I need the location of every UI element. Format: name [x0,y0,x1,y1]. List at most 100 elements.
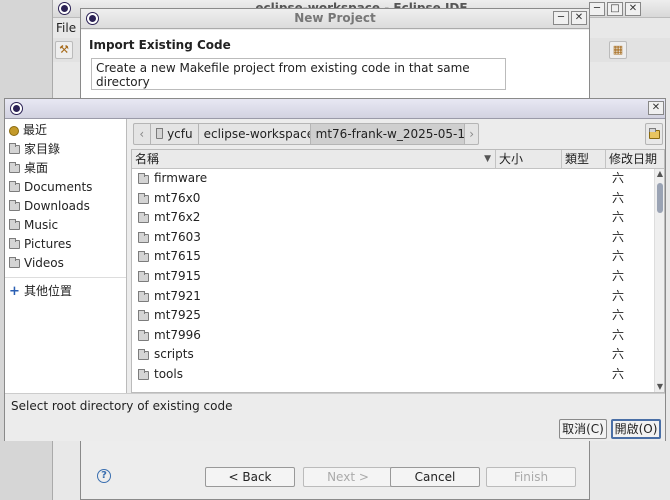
sidebar-item-home[interactable]: 家目錄 [5,140,126,159]
folder-icon [138,173,149,184]
eclipse-logo-icon [87,13,98,24]
list-item[interactable]: tools 六 [132,365,664,385]
list-item[interactable]: scripts 六 [132,345,664,365]
sidebar-divider [5,277,126,278]
sidebar-item-downloads[interactable]: Downloads [5,197,126,216]
plus-icon: + [9,284,20,299]
file-modified: 六 [612,308,625,323]
sidebar-item-recent[interactable]: 最近 [5,121,126,140]
wizard-description: Create a new Makefile project from exist… [91,58,506,90]
sidebar-item-other-locations[interactable]: + 其他位置 [5,282,126,301]
file-chooser-dialog: ✕ 最近 家目錄 桌面 Documents Downloads Music Pi… [4,98,666,441]
list-item[interactable]: mt7925 六 [132,306,664,326]
close-icon[interactable]: ✕ [571,11,587,25]
minimize-icon[interactable]: ─ [553,11,569,25]
path-segment-eclipse-workspace[interactable]: eclipse-workspace [199,124,311,144]
folder-icon [138,251,149,263]
file-name: mt7925 [154,308,201,323]
file-modified: 六 [612,366,625,381]
scroll-down-icon[interactable]: ▼ [655,382,664,392]
path-back-icon[interactable]: ‹ [134,124,151,144]
menu-file[interactable]: File [53,18,83,38]
sidebar-item-pictures[interactable]: Pictures [5,235,126,254]
vertical-scrollbar[interactable]: ▲ ▼ [654,169,664,392]
folder-icon [9,200,20,211]
sidebar-item-music[interactable]: Music [5,216,126,235]
folder-icon [9,257,20,268]
new-folder-button[interactable] [645,123,663,145]
file-modified: 六 [612,268,625,283]
folder-icon [9,143,20,154]
sidebar-item-label: 最近 [23,123,48,137]
new-folder-icon [648,127,660,139]
file-modified: 六 [612,190,625,205]
places-sidebar: 最近 家目錄 桌面 Documents Downloads Music Pict… [5,119,127,393]
folder-icon [138,368,149,380]
close-icon[interactable]: ✕ [625,2,641,16]
path-segment-current[interactable]: mt76-frank-w_2025-05-10 [310,124,466,144]
list-item[interactable]: mt7921 六 [132,287,664,307]
file-modified: 六 [612,210,625,225]
wizard-header: Import Existing Code Create a new Makefi… [81,30,589,105]
folder-icon [138,349,149,361]
folder-icon [9,181,20,192]
minimize-icon[interactable]: ─ [589,2,605,16]
file-name: mt7603 [154,229,201,244]
eclipse-logo-icon [11,103,22,114]
file-name: mt7915 [154,268,201,283]
back-button[interactable]: < Back [205,467,295,487]
folder-icon [138,212,149,224]
file-list: 名稱 ▼ 大小 類型 修改日期 firmware 六 mt76x0 六 mt76x2… [131,149,665,393]
column-type[interactable]: 類型 [562,150,606,169]
list-item[interactable]: mt7996 六 [132,326,664,346]
list-item[interactable]: mt7603 六 [132,228,664,248]
cancel-button[interactable]: Cancel [390,467,480,487]
close-icon[interactable]: ✕ [648,101,664,115]
list-item[interactable]: firmware 六 [132,169,664,189]
cancel-button[interactable]: 取消(C) [559,419,607,439]
scrollbar-thumb[interactable] [657,183,663,213]
perspective-icon[interactable]: ▦ [609,41,627,59]
scroll-up-icon[interactable]: ▲ [655,169,664,179]
path-segment-label: ycfu [167,127,193,141]
file-name: mt7921 [154,288,201,303]
path-segment-ycfu[interactable]: ycfu [151,124,199,144]
file-modified: 六 [612,327,625,342]
folder-icon [9,162,20,173]
folder-icon [138,270,149,282]
column-name[interactable]: 名稱 ▼ [132,150,496,169]
eclipse-logo-icon [59,3,70,14]
folder-icon [138,310,149,322]
list-item[interactable]: mt76x2 六 [132,208,664,228]
column-modified[interactable]: 修改日期 [606,150,664,169]
wizard-footer: ? < Back Next > Cancel Finish [81,451,589,499]
next-button[interactable]: Next > [303,467,393,487]
new-project-title: New Project [81,9,589,29]
folder-icon [155,127,164,139]
build-icon[interactable]: ⚒ [55,41,73,59]
finish-button[interactable]: Finish [486,467,576,487]
file-list-header: 名稱 ▼ 大小 類型 修改日期 [132,150,664,169]
wizard-title: Import Existing Code [89,38,231,52]
sidebar-item-desktop[interactable]: 桌面 [5,159,126,178]
sidebar-item-label: Videos [24,256,64,270]
column-size[interactable]: 大小 [496,150,562,169]
sidebar-item-videos[interactable]: Videos [5,254,126,273]
file-chooser-footer: Select root directory of existing code 取… [5,393,665,441]
list-item[interactable]: mt7615 六 [132,247,664,267]
list-item[interactable]: mt76x0 六 [132,189,664,209]
file-modified: 六 [612,288,625,303]
help-icon[interactable]: ? [97,469,111,483]
folder-icon [138,231,149,243]
list-item[interactable]: mt7915 六 [132,267,664,287]
column-name-label: 名稱 [135,152,160,166]
path-more-icon[interactable]: › [465,124,478,144]
file-name: mt76x0 [154,190,201,205]
folder-icon [138,329,149,341]
open-button[interactable]: 開啟(O) [611,419,661,439]
sidebar-item-label: Downloads [24,199,90,213]
file-modified: 六 [612,347,625,362]
sidebar-item-documents[interactable]: Documents [5,178,126,197]
maximize-icon[interactable]: □ [607,2,623,16]
path-bar: ‹ ycfu eclipse-workspace mt76-frank-w_20… [133,123,479,145]
